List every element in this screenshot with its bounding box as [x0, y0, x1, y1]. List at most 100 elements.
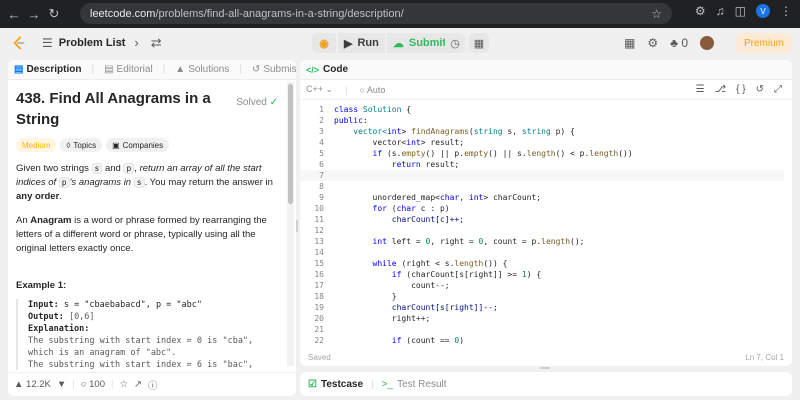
tab-label: Description	[26, 64, 82, 75]
description-scrollbar[interactable]	[287, 82, 294, 366]
code-token: if	[391, 336, 402, 344]
editor-scrollbar[interactable]	[784, 104, 792, 344]
leetcode-topbar: ☰ Problem List ‹ › ⇄ ◉ ▶ Run ☁ Submit ◷ …	[0, 28, 800, 58]
code-token: }	[334, 292, 397, 301]
streak-counter[interactable]: ♣ 0	[670, 36, 688, 50]
tab-description[interactable]: ▤ Description	[14, 64, 81, 75]
forward-icon[interactable]: →	[24, 4, 44, 24]
solved-status: Solved ✓	[236, 97, 278, 108]
auto-mode-toggle[interactable]: ○ Auto	[359, 85, 385, 95]
settings-icon[interactable]: ⚙	[647, 36, 658, 50]
code-line[interactable]: 6 return result;	[300, 159, 784, 170]
code-line[interactable]: 5 if (s.empty() || p.empty() || s.length…	[300, 148, 784, 159]
comments-button[interactable]: ○ 100	[81, 379, 105, 390]
code-token: )	[459, 336, 465, 344]
scrollbar-thumb[interactable]	[288, 84, 293, 204]
notes-button[interactable]: ▦	[469, 33, 489, 53]
bookmark-star-icon[interactable]: ☆	[651, 7, 662, 21]
debug-button[interactable]: ◉	[312, 33, 336, 53]
prev-problem-icon[interactable]: ‹	[118, 35, 122, 51]
reset-icon[interactable]: ↺	[756, 84, 764, 95]
back-icon[interactable]: ←	[4, 4, 24, 24]
language-select[interactable]: C++ ⌄	[306, 84, 333, 95]
layout-icon[interactable]: ▦	[624, 36, 635, 50]
premium-button[interactable]: Premium	[735, 33, 792, 53]
format-icon[interactable]: ☰	[696, 84, 705, 95]
code-line[interactable]: 3 vector<int> findAnagrams(string s, str…	[300, 126, 784, 137]
code-line[interactable]: 1 class Solution {	[300, 104, 784, 115]
sidepanel-icon[interactable]: ◫	[735, 4, 746, 18]
panel-resize-handle-horizontal[interactable]	[540, 367, 550, 369]
tab-testcase[interactable]: ☑ Testcase	[308, 379, 363, 390]
code-editor[interactable]: 1 class Solution {2 public: 3 vector<int> f…	[300, 104, 784, 344]
output-label: Output:	[28, 312, 64, 322]
code-line[interactable]: 11 charCount[c]++;	[300, 214, 784, 225]
fullscreen-icon[interactable]: ⤢	[774, 84, 782, 95]
code-line[interactable]: 7	[300, 170, 784, 181]
extensions-icon[interactable]: ⚙	[695, 4, 706, 18]
code-line[interactable]: 14	[300, 247, 784, 258]
code-line[interactable]: 21	[300, 324, 784, 335]
explanation-line: The substring with start index = 6 is "b…	[28, 360, 254, 370]
next-problem-icon[interactable]: ›	[134, 35, 138, 51]
tab-solutions[interactable]: ▲ Solutions	[175, 64, 229, 75]
menu-icon[interactable]: ⋮	[780, 4, 792, 18]
code-line[interactable]: 22 if (count == 0)	[300, 335, 784, 344]
code-line[interactable]: 20 right++;	[300, 313, 784, 324]
run-button[interactable]: ▶ Run	[338, 33, 385, 53]
chevron-down-icon: ⌄	[325, 84, 334, 94]
tab-editorial[interactable]: ▤ Editorial	[104, 64, 153, 75]
address-bar[interactable]: leetcode.com/problems/find-all-anagrams-…	[80, 3, 672, 24]
companies-chip[interactable]: ▣ Companies	[106, 138, 170, 152]
help-icon[interactable]: ⓘ	[148, 378, 158, 392]
line-number: 8	[319, 182, 324, 191]
code-line[interactable]: 12	[300, 225, 784, 236]
tab-label: Solutions	[188, 64, 230, 75]
code-line[interactable]: 8	[300, 181, 784, 192]
code-line[interactable]: 2 public:	[300, 115, 784, 126]
shuffle-icon[interactable]: ⇄	[151, 35, 162, 51]
code-line[interactable]: 17 count--;	[300, 280, 784, 291]
reload-icon[interactable]: ↻	[44, 4, 64, 24]
explanation-line: The substring with start index = 0 is "c…	[28, 336, 254, 346]
code-line[interactable]: 16 if (charCount[s[right]] >= 1) {	[300, 269, 784, 280]
line-number: 3	[319, 127, 324, 136]
desc-bold: Anagram	[30, 215, 72, 226]
terminal-icon: >_	[381, 378, 394, 390]
code-line[interactable]: 19 charCount[s[right]]--;	[300, 302, 784, 313]
play-icon: ▶	[344, 37, 353, 50]
code-line[interactable]: 10 for (char c : p)	[300, 203, 784, 214]
tab-code[interactable]: </> Code	[300, 60, 792, 80]
leetcode-logo-icon[interactable]	[12, 36, 26, 50]
code-line[interactable]: 9 unordered_map<char, int> charCount;	[300, 192, 784, 203]
bookmark-icon[interactable]: ⎇	[715, 84, 727, 95]
topics-chip[interactable]: ◊ Topics	[60, 138, 103, 152]
problem-list-button[interactable]: ☰ Problem List	[42, 36, 125, 50]
desc-text: Given two strings	[16, 163, 92, 174]
user-avatar[interactable]	[700, 36, 714, 50]
media-icon[interactable]: ♫	[716, 4, 725, 18]
desc-text: and	[102, 163, 124, 174]
tag-icon: ◊	[66, 140, 71, 150]
problem-list-label: Problem List	[58, 37, 126, 49]
code-text: int left = 0, right = 0, count = p.lengt…	[334, 236, 585, 247]
submit-button[interactable]: ☁ Submit	[386, 33, 453, 53]
favorite-star-icon[interactable]: ☆	[119, 379, 128, 390]
code-line[interactable]: 15 while (right < s.length()) {	[300, 258, 784, 269]
timer-button[interactable]: ◷	[445, 33, 465, 53]
code-token: if	[372, 149, 383, 158]
panel-resize-handle[interactable]	[296, 220, 298, 232]
braces-icon[interactable]: { }	[736, 84, 745, 95]
code-line[interactable]: 4 vector<int> result;	[300, 137, 784, 148]
code-text: charCount[s[right]]--;	[334, 302, 498, 313]
profile-avatar[interactable]: V	[756, 4, 770, 18]
tab-test-result[interactable]: >_ Test Result	[382, 379, 447, 390]
share-icon[interactable]: ↗	[134, 379, 142, 390]
dislike-button[interactable]: ▼	[57, 379, 66, 390]
like-button[interactable]: ▲ 12.2K	[14, 379, 51, 390]
tab-submissions[interactable]: ↺Submissions	[252, 64, 296, 75]
code-line[interactable]: 18 }	[300, 291, 784, 302]
code-line[interactable]: 13 int left = 0, right = 0, count = p.le…	[300, 236, 784, 247]
